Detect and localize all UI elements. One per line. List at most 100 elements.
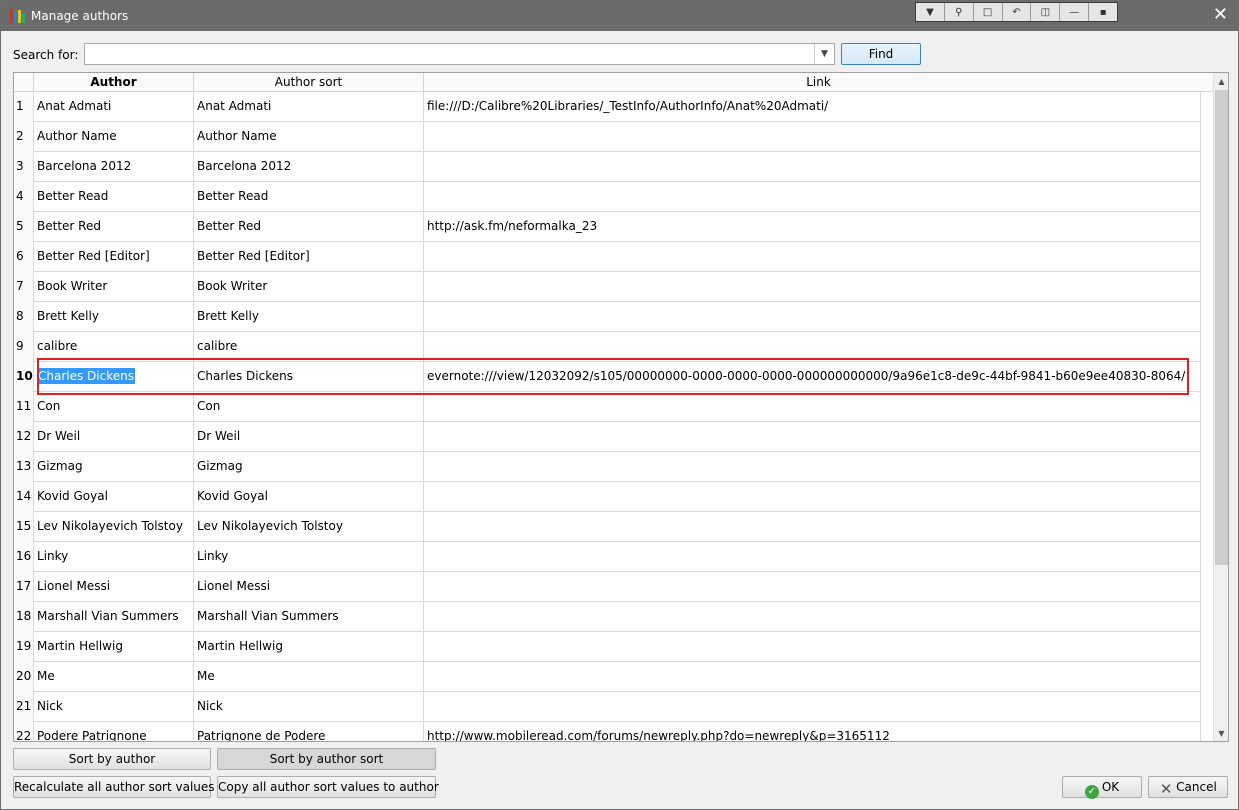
author-cell[interactable]: Linky	[34, 542, 194, 572]
author-sort-cell[interactable]: Gizmag	[194, 452, 424, 482]
link-cell[interactable]	[424, 152, 1201, 182]
pin-icon[interactable]: ⚲	[945, 3, 974, 21]
lock-icon[interactable]: ◫	[1031, 3, 1061, 21]
table-row[interactable]: 11 Con Con	[14, 392, 1201, 422]
vertical-scrollbar[interactable]: ▲ ▼	[1213, 73, 1228, 741]
table-row[interactable]: 7 Book Writer Book Writer	[14, 272, 1201, 302]
author-sort-cell[interactable]: Author Name	[194, 122, 424, 152]
author-cell[interactable]: Anat Admati	[34, 92, 194, 122]
author-cell[interactable]: Better Red	[34, 212, 194, 242]
author-sort-cell[interactable]: Better Red [Editor]	[194, 242, 424, 272]
row-number[interactable]: 2	[14, 122, 34, 152]
search-input[interactable]	[84, 43, 835, 65]
author-cell[interactable]: Charles Dickens	[34, 362, 194, 392]
table-row[interactable]: 5 Better Red Better Red http://ask.fm/nefor…	[14, 212, 1201, 242]
table-row[interactable]: 18 Marshall Vian Summers Marshall Vian Sum…	[14, 602, 1201, 632]
row-number[interactable]: 5	[14, 212, 34, 242]
author-cell[interactable]: Kovid Goyal	[34, 482, 194, 512]
copy-sort-to-author-button[interactable]: Copy all author sort values to author	[217, 776, 439, 798]
close-icon[interactable]: ✕	[1213, 6, 1228, 24]
scroll-up-icon[interactable]: ▲	[1214, 73, 1228, 89]
author-cell[interactable]: Book Writer	[34, 272, 194, 302]
table-row[interactable]: 22 Podere Patrignone Patrignone de Podere h…	[14, 722, 1201, 741]
row-number[interactable]: 7	[14, 272, 34, 302]
minimize-icon[interactable]: —	[1060, 3, 1090, 21]
author-sort-cell[interactable]: Kovid Goyal	[194, 482, 424, 512]
author-sort-cell[interactable]: Nick	[194, 692, 424, 722]
author-cell[interactable]: Lev Nikolayevich Tolstoy	[34, 512, 194, 542]
row-number[interactable]: 1	[14, 92, 34, 122]
row-number[interactable]: 12	[14, 422, 34, 452]
author-sort-cell[interactable]: Me	[194, 662, 424, 692]
sort-by-author-sort-button[interactable]: Sort by author sort	[217, 748, 436, 770]
scrollbar-thumb[interactable]	[1215, 90, 1228, 565]
row-number[interactable]: 10	[14, 362, 34, 392]
table-row[interactable]: 13 Gizmag Gizmag	[14, 452, 1201, 482]
author-cell[interactable]: Lionel Messi	[34, 572, 194, 602]
author-cell[interactable]: Barcelona 2012	[34, 152, 194, 182]
author-cell[interactable]: Brett Kelly	[34, 302, 194, 332]
author-cell[interactable]: Author Name	[34, 122, 194, 152]
link-cell[interactable]	[424, 572, 1201, 602]
author-cell[interactable]: Dr Weil	[34, 422, 194, 452]
table-row[interactable]: 20 Me Me	[14, 662, 1201, 692]
author-cell[interactable]: Podere Patrignone	[34, 722, 194, 741]
link-cell[interactable]	[424, 302, 1201, 332]
table-row[interactable]: 4 Better Read Better Read	[14, 182, 1201, 212]
chevron-down-icon[interactable]: ▼	[814, 44, 834, 64]
link-cell[interactable]	[424, 482, 1201, 512]
link-cell[interactable]: http://www.mobileread.com/forums/newrepl…	[424, 722, 1201, 741]
link-cell[interactable]	[424, 122, 1201, 152]
row-number[interactable]: 22	[14, 722, 34, 741]
row-number[interactable]: 11	[14, 392, 34, 422]
row-number[interactable]: 16	[14, 542, 34, 572]
undo-icon[interactable]: ↶	[1003, 3, 1032, 21]
author-sort-cell[interactable]: Lev Nikolayevich Tolstoy	[194, 512, 424, 542]
table-row[interactable]: 16 Linky Linky	[14, 542, 1201, 572]
row-number[interactable]: 13	[14, 452, 34, 482]
row-number[interactable]: 4	[14, 182, 34, 212]
selected-author-text[interactable]: Charles Dickens	[37, 368, 135, 384]
corner-header[interactable]	[14, 73, 34, 92]
link-cell[interactable]	[424, 662, 1201, 692]
link-cell[interactable]	[424, 272, 1201, 302]
link-cell[interactable]: evernote:///view/12032092/s105/00000000-…	[424, 362, 1201, 392]
author-cell[interactable]: Nick	[34, 692, 194, 722]
author-sort-cell[interactable]: Anat Admati	[194, 92, 424, 122]
link-cell[interactable]	[424, 422, 1201, 452]
author-cell[interactable]: Gizmag	[34, 452, 194, 482]
scroll-down-icon[interactable]: ▼	[1214, 725, 1228, 741]
author-cell[interactable]: Marshall Vian Summers	[34, 602, 194, 632]
row-number[interactable]: 15	[14, 512, 34, 542]
link-cell[interactable]	[424, 512, 1201, 542]
link-cell[interactable]	[424, 602, 1201, 632]
author-sort-cell[interactable]: Marshall Vian Summers	[194, 602, 424, 632]
link-cell[interactable]	[424, 332, 1201, 362]
author-cell[interactable]: Better Red [Editor]	[34, 242, 194, 272]
table-row[interactable]: 8 Brett Kelly Brett Kelly	[14, 302, 1201, 332]
link-cell[interactable]: file:///D:/Calibre%20Libraries/_TestInfo…	[424, 92, 1201, 122]
collapse-icon[interactable]: ▼	[916, 3, 945, 21]
author-sort-cell[interactable]: Better Red	[194, 212, 424, 242]
table-row[interactable]: 1 Anat Admati Anat Admati file:///D:/Calibr…	[14, 92, 1201, 122]
link-cell[interactable]	[424, 452, 1201, 482]
restore-icon[interactable]: □	[974, 3, 1003, 21]
row-number[interactable]: 8	[14, 302, 34, 332]
link-cell[interactable]	[424, 242, 1201, 272]
link-cell[interactable]	[424, 542, 1201, 572]
row-number[interactable]: 20	[14, 662, 34, 692]
author-sort-cell[interactable]: calibre	[194, 332, 424, 362]
author-sort-cell[interactable]: Barcelona 2012	[194, 152, 424, 182]
row-number[interactable]: 3	[14, 152, 34, 182]
row-number[interactable]: 14	[14, 482, 34, 512]
column-header-link[interactable]: Link	[424, 73, 1213, 92]
row-number[interactable]: 9	[14, 332, 34, 362]
link-cell[interactable]	[424, 692, 1201, 722]
row-number[interactable]: 6	[14, 242, 34, 272]
table-row[interactable]: 3 Barcelona 2012 Barcelona 2012	[14, 152, 1201, 182]
dot-icon[interactable]: ▪	[1089, 3, 1117, 21]
table-row[interactable]: 17 Lionel Messi Lionel Messi	[14, 572, 1201, 602]
row-number[interactable]: 17	[14, 572, 34, 602]
author-sort-cell[interactable]: Dr Weil	[194, 422, 424, 452]
find-button[interactable]: Find	[841, 43, 921, 65]
